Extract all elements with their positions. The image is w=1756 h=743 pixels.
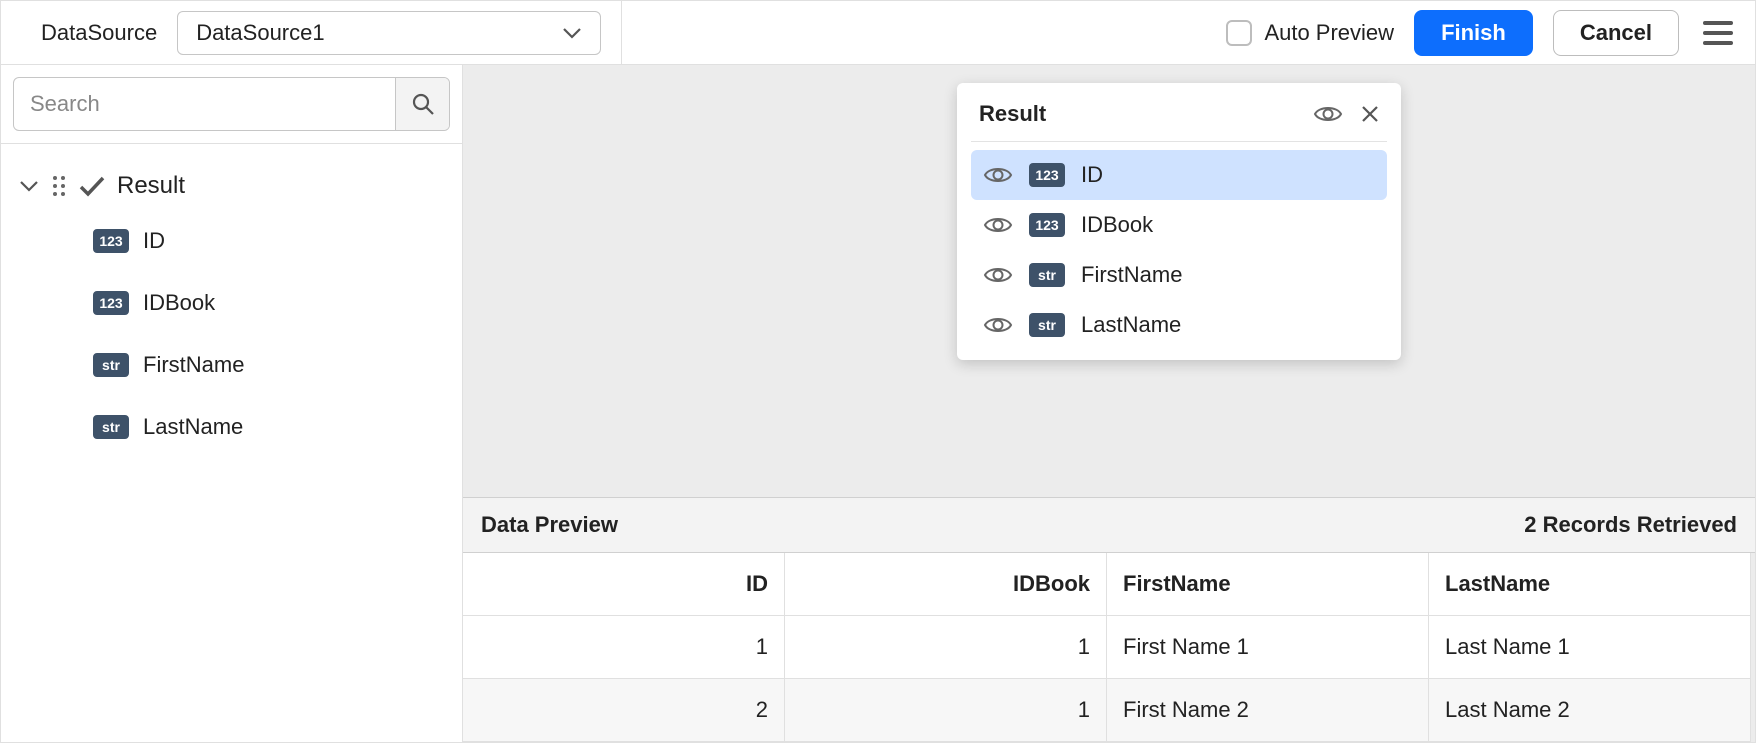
tree-field-label: LastName [143, 414, 243, 440]
result-field-label: ID [1081, 162, 1103, 188]
grid-cell: First Name 2 [1107, 679, 1429, 742]
tree-field-label: ID [143, 228, 165, 254]
tree-field-item[interactable]: str FirstName [93, 334, 454, 396]
search-button[interactable] [395, 78, 449, 130]
tree-field-item[interactable]: 123 ID [93, 210, 454, 272]
data-preview-title: Data Preview [481, 512, 618, 538]
result-card[interactable]: Result 123 ID 123 IDBook str FirstName str Last… [957, 83, 1401, 360]
result-field-label: IDBook [1081, 212, 1153, 238]
hamburger-icon [1703, 21, 1733, 25]
number-type-icon: 123 [93, 291, 129, 315]
check-icon [79, 175, 105, 197]
records-retrieved-label: 2 Records Retrieved [1524, 512, 1737, 538]
number-type-icon: 123 [93, 229, 129, 253]
tree-root-item[interactable]: Result [9, 162, 454, 210]
grid-cell: 1 [785, 679, 1107, 742]
header-toolbar: DataSource DataSource1 Auto Preview Fini… [1, 1, 1755, 65]
datasource-select[interactable]: DataSource1 [177, 11, 601, 55]
finish-button-label: Finish [1441, 20, 1506, 46]
eye-icon[interactable] [983, 164, 1013, 186]
auto-preview-toggle[interactable]: Auto Preview [1226, 20, 1394, 46]
result-field-label: FirstName [1081, 262, 1182, 288]
datasource-selected-value: DataSource1 [196, 20, 324, 46]
cancel-button-label: Cancel [1580, 20, 1652, 46]
grid-cell: Last Name 1 [1429, 616, 1751, 679]
data-preview-grid: IDIDBookFirstNameLastName11First Name 1L… [463, 553, 1755, 742]
grid-cell: First Name 1 [1107, 616, 1429, 679]
grid-cell: 1 [463, 616, 785, 679]
string-type-icon: str [1029, 313, 1065, 337]
eye-icon[interactable] [1313, 103, 1343, 125]
eye-icon[interactable] [983, 214, 1013, 236]
string-type-icon: str [1029, 263, 1065, 287]
string-type-icon: str [93, 415, 129, 439]
chevron-down-icon [562, 26, 582, 40]
hamburger-icon [1703, 41, 1733, 45]
main-area: Result 123 ID 123 IDBook str FirstName str Last… [463, 65, 1755, 742]
tree-field-item[interactable]: str LastName [93, 396, 454, 458]
hamburger-icon [1703, 31, 1733, 35]
datasource-label: DataSource [21, 20, 157, 46]
column-header[interactable]: FirstName [1107, 553, 1429, 616]
cancel-button[interactable]: Cancel [1553, 10, 1679, 56]
eye-icon[interactable] [983, 314, 1013, 336]
grid-cell: Last Name 2 [1429, 679, 1751, 742]
finish-button[interactable]: Finish [1414, 10, 1533, 56]
number-type-icon: 123 [1029, 213, 1065, 237]
grid-cell: 1 [785, 616, 1107, 679]
search-input[interactable] [14, 91, 395, 117]
tree-field-label: FirstName [143, 352, 244, 378]
result-field-item[interactable]: 123 IDBook [971, 200, 1387, 250]
result-field-item[interactable]: str FirstName [971, 250, 1387, 300]
tree-root-label: Result [117, 172, 185, 200]
grid-cell: 2 [463, 679, 785, 742]
search-field[interactable] [13, 77, 450, 131]
checkbox-icon [1226, 20, 1252, 46]
result-card-title: Result [979, 101, 1046, 127]
column-header[interactable]: ID [463, 553, 785, 616]
tree-field-label: IDBook [143, 290, 215, 316]
search-icon [411, 92, 435, 116]
column-header[interactable]: IDBook [785, 553, 1107, 616]
close-icon[interactable] [1361, 105, 1379, 123]
auto-preview-label: Auto Preview [1264, 20, 1394, 46]
drag-handle-icon[interactable] [51, 174, 67, 198]
tree-field-item[interactable]: 123 IDBook [93, 272, 454, 334]
data-preview-header: Data Preview 2 Records Retrieved [463, 497, 1755, 553]
chevron-down-icon [19, 179, 39, 193]
number-type-icon: 123 [1029, 163, 1065, 187]
sidebar: Result 123 ID 123 IDBook str FirstName str Last… [1, 65, 463, 742]
column-header[interactable]: LastName [1429, 553, 1751, 616]
string-type-icon: str [93, 353, 129, 377]
result-field-item[interactable]: 123 ID [971, 150, 1387, 200]
result-field-label: LastName [1081, 312, 1181, 338]
eye-icon[interactable] [983, 264, 1013, 286]
result-field-item[interactable]: str LastName [971, 300, 1387, 350]
menu-button[interactable] [1699, 15, 1737, 51]
